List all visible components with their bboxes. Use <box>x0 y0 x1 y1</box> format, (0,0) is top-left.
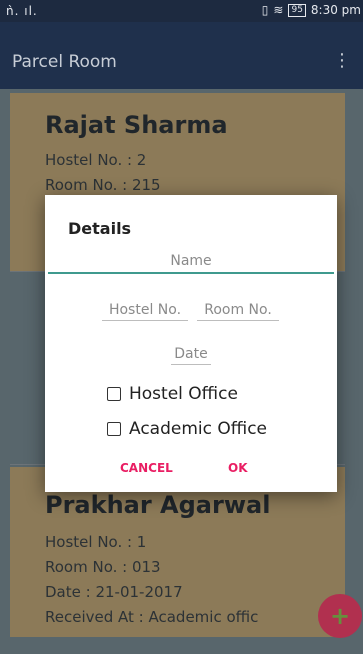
add-icon[interactable]: + <box>318 594 362 638</box>
cancel-button[interactable]: CANCEL <box>120 461 173 475</box>
app-title: Parcel Room <box>12 52 117 72</box>
room-no: Room No. : 215 <box>45 176 161 194</box>
room-no-input[interactable]: Room No. <box>197 302 279 321</box>
recipient-name: Rajat Sharma <box>45 111 228 139</box>
academic-office-checkbox[interactable]: Academic Office <box>107 419 267 439</box>
checkbox-icon[interactable] <box>107 422 121 436</box>
clock: 8:30 pm <box>310 3 361 17</box>
hostel-office-label: Hostel Office <box>129 384 238 404</box>
wifi-icon: ≋ <box>273 3 284 17</box>
date: Date : 21-01-2017 <box>45 583 183 601</box>
hostel-no-input[interactable]: Hostel No. <box>102 302 188 321</box>
vibrate-icon: ▯ <box>261 3 269 17</box>
more-vert-icon[interactable]: ⋮ <box>333 50 351 71</box>
dialog-title: Details <box>68 219 132 238</box>
recipient-name: Prakhar Agarwal <box>45 491 271 519</box>
ok-button[interactable]: OK <box>228 461 248 475</box>
received-at: Received At : Academic offic <box>45 608 259 626</box>
room-no: Room No. : 013 <box>45 558 161 576</box>
status-bar: ǹ. ıl. ▯ ≋ 95 8:30 pm <box>0 0 363 22</box>
name-input[interactable]: Name <box>48 253 334 274</box>
hostel-no: Hostel No. : 2 <box>45 151 147 169</box>
date-input[interactable]: Date <box>171 346 211 365</box>
hostel-office-checkbox[interactable]: Hostel Office <box>107 384 238 404</box>
details-dialog: Details Name Hostel No. Room No. Date Ho… <box>45 195 337 492</box>
checkbox-icon[interactable] <box>107 387 121 401</box>
app-bar: Parcel Room ⋮ <box>0 22 363 89</box>
parcel-card[interactable]: Prakhar Agarwal Hostel No. : 1 Room No. … <box>10 467 345 637</box>
status-right: ▯ ≋ 95 8:30 pm <box>262 3 361 17</box>
battery-icon: 95 <box>288 3 306 17</box>
signal-icon: ǹ. ıl. <box>6 4 38 18</box>
academic-office-label: Academic Office <box>129 419 268 439</box>
hostel-no: Hostel No. : 1 <box>45 533 147 551</box>
